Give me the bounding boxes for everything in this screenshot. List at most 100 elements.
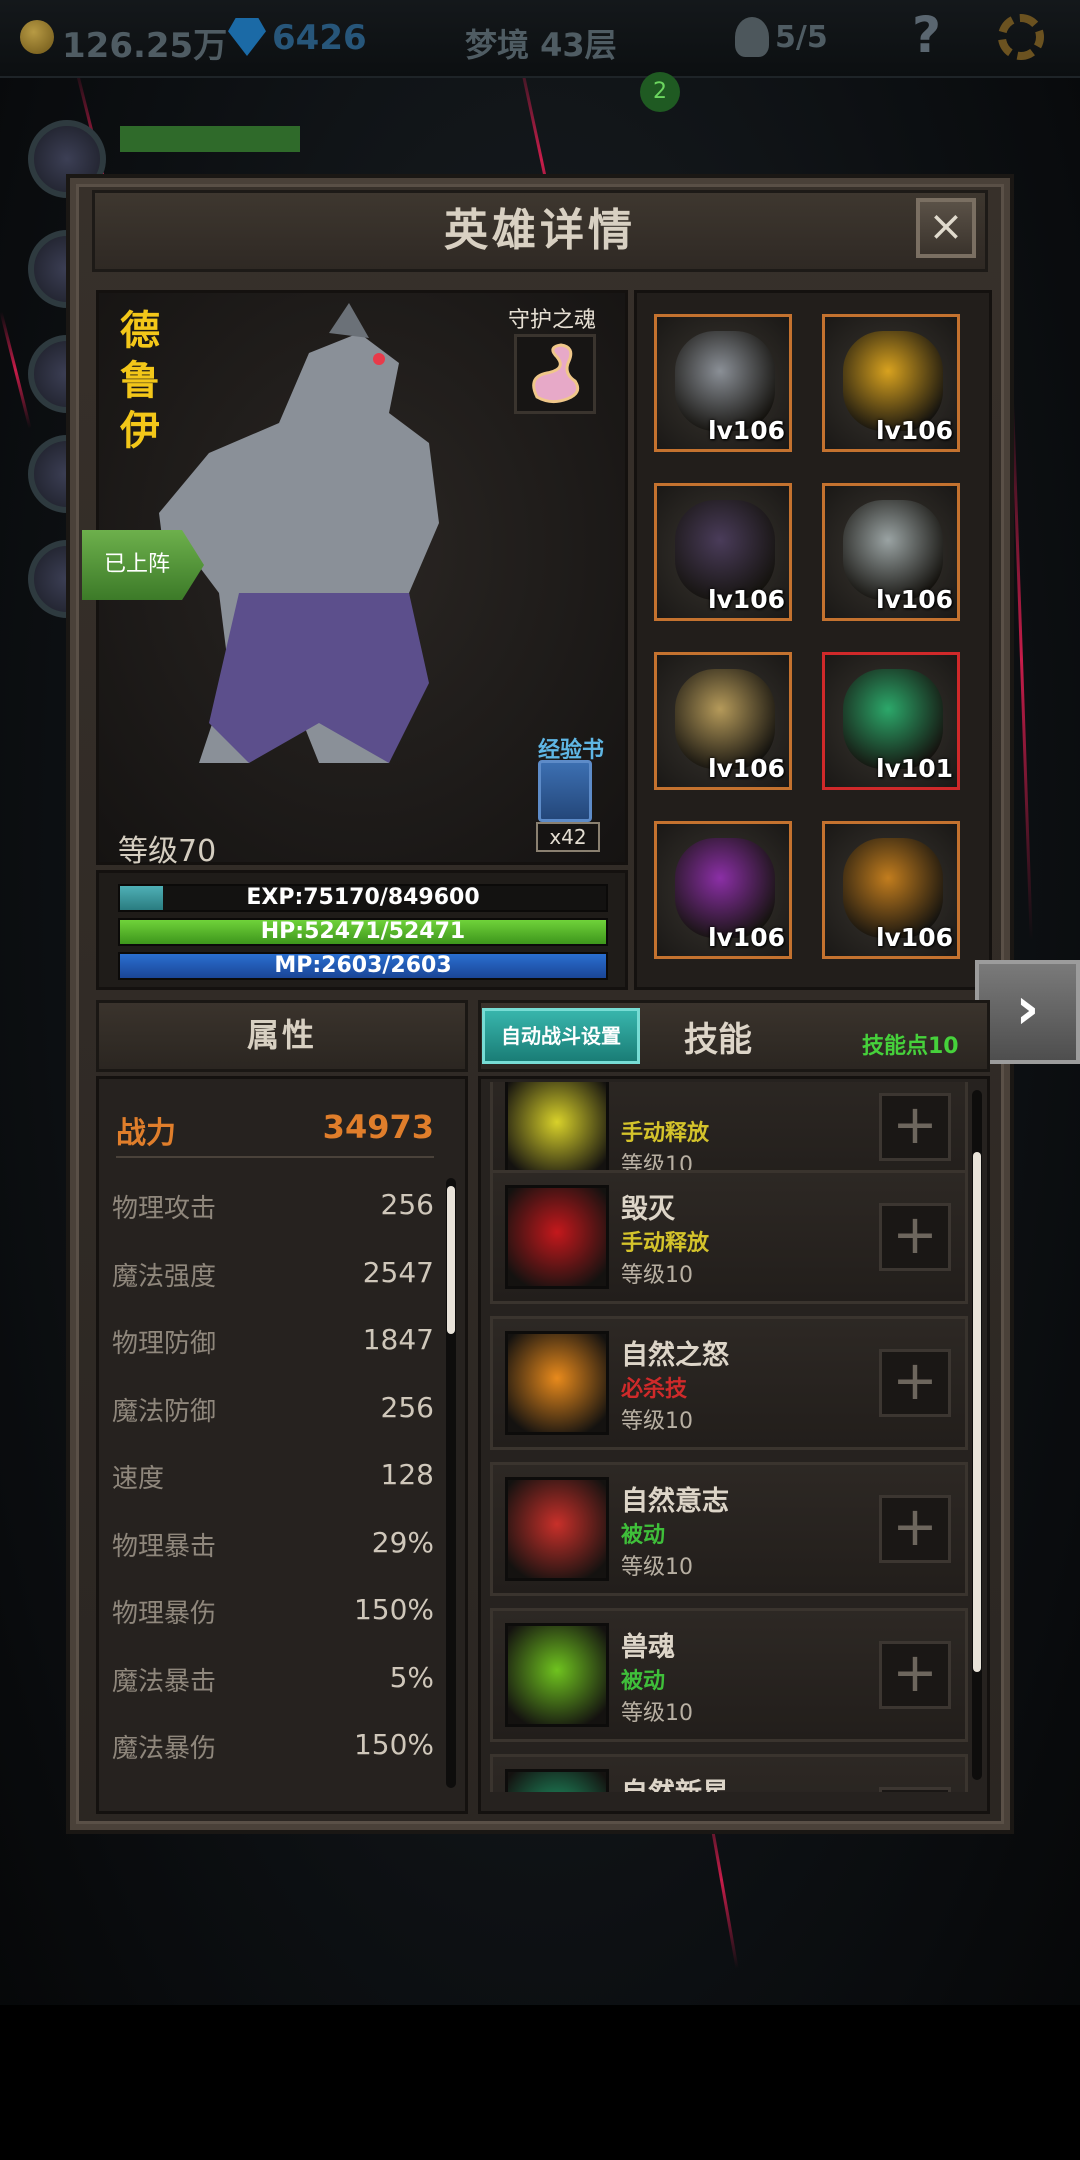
skills-scrollbar-thumb[interactable]: [973, 1152, 981, 1672]
attribute-row: 物理暴击 29%: [110, 1526, 434, 1592]
equipment-level: lv106: [875, 585, 953, 614]
hero-name: 德鲁伊: [120, 308, 160, 454]
dungeon-floor: 梦境 43层: [465, 26, 617, 64]
attribute-name: 魔法暴伤: [112, 1734, 217, 1764]
exp-book-count: x42: [536, 822, 600, 852]
attribute-name: 物理暴伤: [112, 1599, 217, 1629]
auto-battle-settings-button[interactable]: 自动战斗设置: [482, 1008, 640, 1064]
equipment-slot-amulet[interactable]: lv106: [822, 314, 960, 452]
skill-type: 被动: [621, 1669, 666, 1694]
attributes-tab[interactable]: 属性: [96, 1000, 468, 1072]
attribute-value: 150%: [353, 1728, 434, 1761]
attribute-value: 256: [380, 1188, 434, 1221]
skill-upgrade-plus-button[interactable]: +: [879, 1203, 951, 1271]
bg-hp-bar: [120, 126, 300, 152]
attribute-value: 128: [380, 1458, 434, 1491]
equipment-level: lv106: [875, 416, 953, 445]
attribute-row: 魔法防御 256: [110, 1391, 434, 1457]
equipment-level: lv106: [707, 923, 785, 952]
attribute-name: 魔法强度: [112, 1261, 217, 1292]
attribute-value: 150%: [353, 1593, 434, 1626]
attribute-name: 物理攻击: [112, 1194, 217, 1224]
skill-name: 兽魂: [621, 1632, 675, 1663]
equipment-level: lv106: [707, 585, 785, 614]
attribute-name: 魔法暴击: [112, 1666, 217, 1697]
exp-bar-fill: [120, 886, 163, 910]
equipment-level: lv106: [875, 923, 953, 952]
attribute-name: 魔法防御: [112, 1396, 217, 1427]
skill-level: 等级10: [621, 1263, 693, 1288]
skill-icon[interactable]: [505, 1477, 609, 1581]
attribute-name: 物理防御: [112, 1329, 217, 1359]
attributes-scrollbar-thumb[interactable]: [447, 1186, 455, 1334]
attribute-row: 魔法暴伤 150%: [110, 1728, 434, 1794]
attribute-value: 2547: [362, 1255, 434, 1289]
skills-tab[interactable]: 技能: [684, 1012, 752, 1061]
skill-level: 等级10: [621, 1701, 693, 1726]
skill-upgrade-plus-button[interactable]: +: [879, 1349, 951, 1417]
skill-row: 自然意志 被动 等级10 +: [490, 1462, 968, 1596]
attribute-row: 速度 128: [110, 1458, 434, 1524]
combat-power-value: 34973: [322, 1108, 434, 1146]
bottom-letterbox: [0, 2005, 1080, 2160]
guardian-soul-slot[interactable]: [514, 334, 596, 414]
equipment-slot-gauntlet[interactable]: lv106: [654, 821, 792, 959]
equipment-slot-helmet[interactable]: lv106: [654, 314, 792, 452]
hp-bar-text: HP:52471/52471: [260, 919, 466, 944]
skill-type: 手动释放: [621, 1121, 710, 1146]
equipment-level: lv106: [707, 754, 785, 783]
gold-coin-icon: [20, 20, 54, 54]
skill-icon[interactable]: [505, 1623, 609, 1727]
mp-bar-text: MP:2603/2603: [274, 953, 452, 978]
equipment-slot-ring[interactable]: lv106: [654, 652, 792, 790]
skill-type: 必杀技: [621, 1377, 688, 1402]
guardian-soul-label: 守护之魂: [508, 308, 597, 333]
help-button[interactable]: ?: [912, 6, 941, 64]
mp-bar: MP:2603/2603: [118, 952, 608, 980]
game-screen: 126.25万 6426 梦境 43层 5/5 ? 2 英雄详情 × 德鲁伊 守…: [0, 0, 1080, 2160]
skill-name: 毁灭: [621, 1194, 675, 1225]
lives-count: 5/5: [775, 20, 828, 55]
equipment-level: lv101: [875, 754, 953, 783]
attribute-row: 魔法暴击 5%: [110, 1661, 434, 1727]
serpent-icon: [532, 343, 580, 404]
chevron-right-icon: ›: [1015, 974, 1040, 1042]
attribute-value: 5%: [389, 1660, 434, 1694]
equipment-slot-boots[interactable]: lv106: [822, 483, 960, 621]
equipment-slot-emerald-ring[interactable]: lv101: [822, 652, 960, 790]
exp-bar-text: EXP:75170/849600: [246, 885, 480, 910]
skill-icon[interactable]: [505, 1185, 609, 1289]
skill-upgrade-plus-button[interactable]: +: [879, 1641, 951, 1709]
close-button[interactable]: ×: [916, 198, 976, 258]
skill-level: 等级10: [621, 1409, 693, 1434]
attribute-name: 速度: [112, 1464, 165, 1494]
next-hero-button[interactable]: ›: [975, 960, 1080, 1064]
exp-book-icon[interactable]: [538, 760, 592, 822]
skill-points: 技能点10: [862, 1034, 959, 1059]
skull-icon: [735, 17, 769, 57]
combat-power-row: 战力 34973: [116, 1108, 434, 1158]
diamond-icon: [228, 18, 266, 56]
equipment-slot-shoulder[interactable]: lv106: [822, 821, 960, 959]
hp-bar: HP:52471/52471: [118, 918, 608, 946]
attribute-row: 物理暴伤 150%: [110, 1593, 434, 1659]
skill-icon[interactable]: [505, 1331, 609, 1435]
exp-bar: EXP:75170/849600: [118, 884, 608, 912]
skill-upgrade-plus-button[interactable]: +: [879, 1093, 951, 1161]
skill-name: 自然之怒: [621, 1340, 729, 1371]
gold-amount: 126.25万: [62, 26, 228, 66]
attribute-row: 物理攻击 256: [110, 1188, 434, 1254]
equipment-slot-armor[interactable]: lv106: [654, 483, 792, 621]
attribute-row: 魔法强度 2547: [110, 1256, 434, 1322]
skill-upgrade-plus-button[interactable]: +: [879, 1495, 951, 1563]
settings-gear-icon[interactable]: [998, 14, 1044, 60]
skill-icon[interactable]: [505, 1082, 609, 1179]
rain-effect: [1010, 380, 1033, 940]
notification-badge: 2: [640, 72, 680, 112]
rain-effect: [0, 311, 32, 429]
equipment-level: lv106: [707, 416, 785, 445]
attribute-name: 物理暴击: [112, 1531, 217, 1562]
dialog-title: 英雄详情: [92, 190, 988, 272]
attribute-value: 29%: [371, 1525, 434, 1559]
skill-name: 自然意志: [621, 1486, 729, 1517]
